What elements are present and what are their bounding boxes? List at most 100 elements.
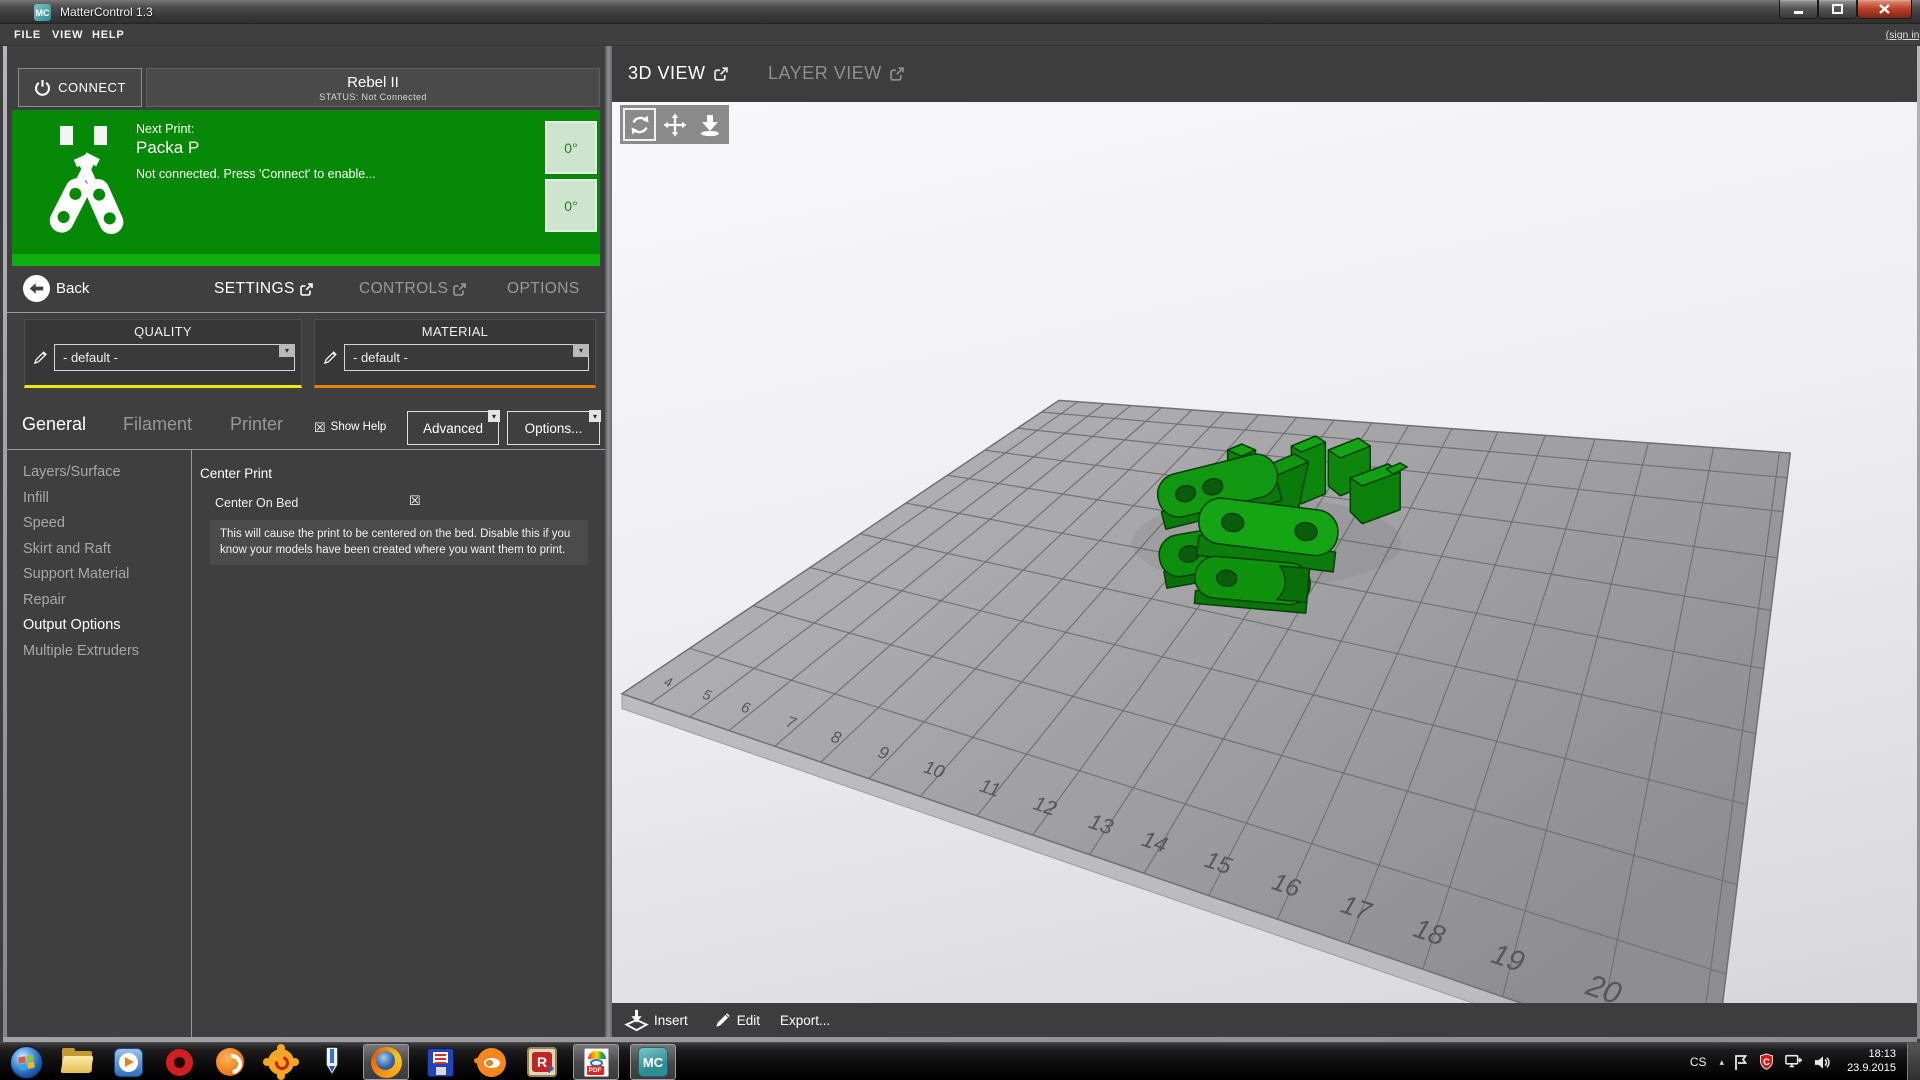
tab-options[interactable]: OPTIONS (507, 280, 580, 298)
panel-divider[interactable] (605, 46, 612, 1037)
titlebar[interactable]: MC MatterControl 1.3 (0, 0, 1920, 24)
pdf-viewer-icon[interactable]: PDF (573, 1044, 619, 1080)
edit-pencil-icon[interactable] (33, 350, 48, 365)
temperature-widgets: 0° 0° (545, 121, 597, 232)
language-indicator[interactable]: CS (1690, 1055, 1707, 1069)
windows-start-button[interactable] (6, 1044, 46, 1080)
tab-settings[interactable]: SETTINGS (214, 280, 313, 298)
presets-row: QUALITY - default - ▾ (7, 312, 605, 402)
external-link-icon (890, 67, 904, 81)
chevron-down-icon: ▾ (488, 410, 500, 422)
category-output-options[interactable]: Output Options (7, 613, 191, 639)
system-tray: CS ▴ C (1690, 1043, 1896, 1080)
menu-file[interactable]: FILE (14, 29, 41, 41)
orange-swirl-tool-icon[interactable] (210, 1044, 250, 1080)
rotate-view-button[interactable] (623, 108, 656, 141)
tray-expand-arrow[interactable]: ▴ (1720, 1057, 1725, 1068)
edit-button[interactable]: Edit (714, 1011, 760, 1029)
menu-help[interactable]: HELP (92, 29, 125, 41)
connect-row: CONNECT Rebel II STATUS: Not Connected (18, 68, 600, 107)
tray-date: 23.9.2015 (1847, 1062, 1896, 1076)
control-panel: CONNECT Rebel II STATUS: Not Connected (7, 46, 605, 1037)
category-layers-surface[interactable]: Layers/Surface (7, 460, 191, 486)
extruder-temp[interactable]: 0° (545, 121, 597, 174)
show-help-checkbox[interactable]: ☒ Show Help (314, 421, 386, 433)
tab-printer[interactable]: Printer (230, 414, 283, 435)
opera-icon[interactable] (159, 1044, 199, 1080)
progress-strip (12, 254, 600, 266)
external-link-icon (453, 283, 466, 296)
quality-dropdown[interactable]: - default - ▾ (54, 344, 295, 371)
connection-message: Not connected. Press 'Connect' to enable… (136, 167, 376, 181)
window-border-bottom (3, 1037, 1917, 1042)
bed-temp[interactable]: 0° (545, 179, 597, 232)
queue-text: Next Print: Packa P Not connected. Press… (136, 122, 376, 181)
windows-explorer-icon[interactable] (57, 1044, 97, 1080)
center-on-bed-label: Center On Bed (215, 496, 298, 510)
printer-header[interactable]: Rebel II STATUS: Not Connected (146, 68, 600, 107)
tab-filament[interactable]: Filament (123, 414, 192, 435)
model-actions-bar: Insert Edit Export... (612, 1003, 1917, 1037)
category-list: Layers/Surface Infill Speed Skirt and Ra… (7, 450, 192, 1037)
next-print-panel[interactable]: Next Print: Packa P Not connected. Press… (12, 110, 600, 266)
tab-general[interactable]: General (22, 414, 86, 435)
export-label: Export... (780, 1013, 830, 1028)
windows-logo-icon (10, 1046, 43, 1079)
edit-pencil-icon[interactable] (323, 350, 338, 365)
tab-controls[interactable]: CONTROLS (359, 280, 466, 298)
options-button[interactable]: Options... ▾ (507, 411, 600, 445)
tab-3d-view[interactable]: 3D VIEW (628, 63, 728, 84)
blender-icon[interactable] (471, 1044, 511, 1080)
advanced-button[interactable]: Advanced ▾ (407, 411, 499, 445)
show-desktop-button[interactable] (1907, 1043, 1920, 1080)
material-dropdown[interactable]: - default - ▾ (344, 344, 589, 371)
maximize-button[interactable] (1818, 0, 1857, 19)
close-button[interactable] (1857, 0, 1912, 19)
export-button[interactable]: Export... (780, 1013, 830, 1028)
mattercontrol-window: MC MatterControl 1.3 FILE VIEW HELP (sig… (0, 0, 1920, 1042)
category-speed[interactable]: Speed (7, 511, 191, 537)
sign-in-link[interactable]: (sign in) (1886, 29, 1920, 41)
scene-3d[interactable]: 4567891011121314151617181920 (612, 102, 1917, 1003)
pencil-icon (714, 1011, 732, 1029)
center-on-bed-checkbox[interactable]: ☒ (409, 493, 421, 509)
network-icon[interactable] (1784, 1053, 1804, 1071)
media-player-icon[interactable] (108, 1044, 148, 1080)
category-repair[interactable]: Repair (7, 588, 191, 614)
material-preset: MATERIAL - default - ▾ (314, 319, 596, 388)
tab-layer-view[interactable]: LAYER VIEW (768, 63, 904, 84)
part-thumbnail (36, 116, 136, 252)
view-tool-palette (620, 105, 729, 144)
drop-to-bed-button[interactable] (693, 108, 726, 141)
mattercontrol-taskbar-icon[interactable]: MC (630, 1044, 676, 1080)
back-label: Back (56, 280, 89, 297)
back-button[interactable]: Back (23, 275, 89, 302)
category-multiple-extruders[interactable]: Multiple Extruders (7, 639, 191, 665)
insert-button[interactable]: Insert (624, 1008, 688, 1032)
checkbox-checked-icon: ☒ (314, 422, 326, 433)
settings-body: Layers/Surface Infill Speed Skirt and Ra… (7, 450, 605, 1037)
minimize-button[interactable] (1779, 0, 1818, 19)
svg-text:C: C (1763, 1057, 1770, 1067)
material-value: - default - (353, 350, 408, 365)
window-border-left (3, 46, 7, 1039)
viewport-3d[interactable]: 4567891011121314151617181920 (612, 102, 1917, 1003)
connect-button[interactable]: CONNECT (18, 68, 142, 107)
external-link-icon (300, 283, 313, 296)
category-support[interactable]: Support Material (7, 562, 191, 588)
floppy-tool-icon[interactable] (420, 1044, 460, 1080)
clock[interactable]: 18:13 23.9.2015 (1847, 1048, 1896, 1076)
pin-tool-icon[interactable] (312, 1044, 352, 1080)
firefox-icon[interactable] (363, 1044, 409, 1080)
volume-icon[interactable] (1813, 1054, 1832, 1071)
tray-time: 18:13 (1847, 1048, 1896, 1062)
menubar: FILE VIEW HELP (sign in) (0, 25, 1920, 46)
category-skirt-raft[interactable]: Skirt and Raft (7, 537, 191, 563)
menu-view[interactable]: VIEW (52, 29, 83, 41)
antivirus-shield-icon[interactable]: C (1758, 1053, 1775, 1071)
repetier-host-icon[interactable]: RP (522, 1044, 562, 1080)
move-view-button[interactable] (658, 108, 691, 141)
action-center-flag-icon[interactable] (1733, 1054, 1749, 1071)
xnview-icon[interactable] (261, 1044, 301, 1080)
category-infill[interactable]: Infill (7, 486, 191, 512)
